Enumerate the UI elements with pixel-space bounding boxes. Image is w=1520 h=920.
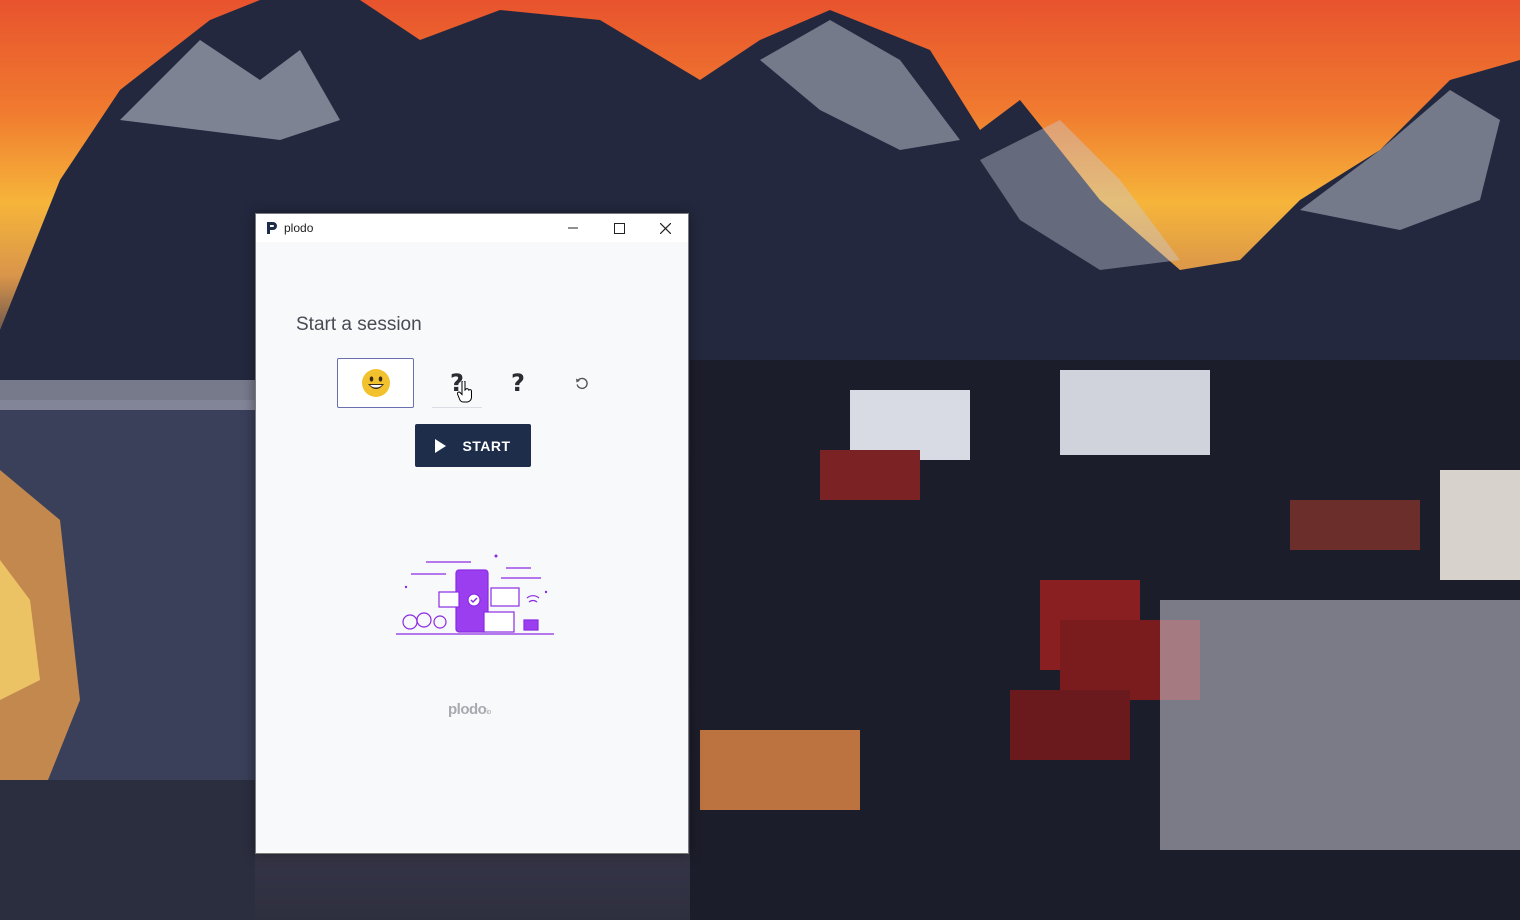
plodo-logo-icon xyxy=(267,222,277,234)
page-title: Start a session xyxy=(296,314,422,335)
maximize-button[interactable] xyxy=(596,214,642,242)
question-mark-label: ? xyxy=(511,369,525,397)
close-button[interactable] xyxy=(642,214,688,242)
hand-cursor-icon xyxy=(457,381,472,403)
maximize-icon xyxy=(613,222,625,234)
close-icon xyxy=(659,222,671,234)
start-button[interactable]: START xyxy=(415,424,531,467)
play-icon xyxy=(435,438,447,453)
grinning-face-icon xyxy=(361,369,390,397)
session-illustration xyxy=(396,554,554,635)
mood-selector: ? ? xyxy=(337,358,617,410)
window-title: plodo xyxy=(284,221,314,235)
minimize-icon xyxy=(568,227,578,229)
title-bar[interactable]: plodo xyxy=(256,214,688,242)
mood-option-unknown-2[interactable]: ? xyxy=(493,358,543,408)
mood-option-happy[interactable] xyxy=(337,358,414,408)
minimize-button[interactable] xyxy=(550,214,596,242)
start-button-label: START xyxy=(462,437,511,454)
refresh-icon xyxy=(576,377,588,390)
refresh-button[interactable] xyxy=(567,358,597,408)
app-window: plodo Start a session ? ? START plodoio xyxy=(255,213,689,854)
wallpaper-landscape xyxy=(0,0,1520,920)
desktop-background: plodo Start a session ? ? START plodoio xyxy=(0,0,1520,920)
footer-brand-logo: plodoio xyxy=(448,701,491,718)
